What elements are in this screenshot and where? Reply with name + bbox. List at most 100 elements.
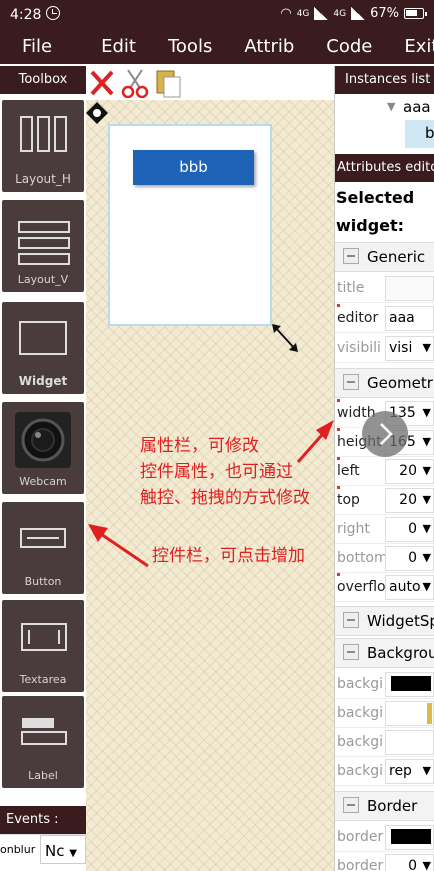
canvas-button[interactable]: bbb [133, 150, 254, 185]
toolbox-title: Toolbox [0, 66, 86, 94]
instances-title: Instances list [335, 66, 434, 94]
resize-handle-icon[interactable] [270, 322, 300, 354]
alarm-icon [46, 6, 60, 20]
paste-icon[interactable] [154, 68, 184, 98]
color-swatch[interactable] [385, 825, 434, 850]
signal-icon [351, 7, 366, 20]
section-label: Backgrou [367, 644, 434, 662]
attr-value-input[interactable]: aaa [385, 306, 434, 331]
section-geometry[interactable]: Geometr [335, 368, 434, 398]
event-name: onblur [0, 843, 36, 856]
attr-value-select[interactable]: 0 ▼ [385, 546, 434, 571]
move-handle-icon[interactable] [85, 101, 109, 125]
color-swatch-fill [391, 676, 431, 691]
attr-value-select[interactable]: visi ▼ [385, 336, 434, 361]
battery-icon [404, 8, 427, 19]
menu-file[interactable]: File [0, 32, 80, 64]
attr-row: left 20 ▼ [335, 457, 434, 486]
chevron-down-icon: ▼ [422, 764, 431, 777]
menu-attrib[interactable]: Attrib [223, 32, 305, 64]
attr-value-select[interactable]: 0 ▼ [385, 854, 434, 871]
tool-webcam[interactable]: Webcam [2, 402, 84, 494]
section-label: WidgetSp [367, 612, 434, 630]
chevron-right-icon [380, 423, 393, 445]
section-widgetspec[interactable]: WidgetSp [335, 606, 434, 636]
status-icons: ◠ 4G 4G 67% [280, 6, 427, 21]
right-panel: Instances list ▼ aaa b Attributes editor… [334, 66, 434, 871]
tool-layout-v[interactable]: Layout_V [2, 200, 84, 292]
events-title: Events : aaa [0, 806, 86, 855]
status-bar: 4:28 ◠ 4G 4G 67% [0, 0, 434, 32]
attr-key: overflo [337, 573, 385, 602]
annotation-attr-2: 控件属性，也可通过 [140, 462, 293, 482]
attr-row: border 0 ▼ [335, 852, 434, 871]
tool-label-widget[interactable]: Label [2, 696, 84, 788]
tool-label: Textarea [19, 673, 67, 686]
chevron-down-icon: ▼ [422, 493, 431, 506]
battery-percent: 67% [370, 6, 399, 21]
attr-value-input[interactable] [385, 730, 434, 755]
attr-key: visibili [337, 340, 381, 356]
cut-icon[interactable] [120, 68, 150, 98]
section-border[interactable]: Border [335, 791, 434, 821]
attr-key: editor [337, 304, 385, 333]
collapse-icon[interactable] [343, 643, 359, 660]
collapse-icon[interactable] [343, 611, 359, 628]
instance-item[interactable]: b [425, 124, 434, 142]
attr-key: backgi [337, 705, 384, 721]
expand-arrow-icon[interactable]: ▼ [387, 100, 395, 113]
tool-button[interactable]: Button [2, 502, 84, 594]
instance-item[interactable]: aaa [403, 98, 431, 116]
attr-key: bottom [337, 550, 385, 566]
section-generic[interactable]: Generic [335, 242, 434, 272]
event-select[interactable]: Nc ▼ [40, 835, 86, 864]
attr-value-select[interactable]: auto ▼ [385, 575, 434, 600]
menu-tools[interactable]: Tools [147, 32, 223, 64]
tool-layout-h[interactable]: Layout_H [2, 100, 84, 192]
chevron-down-icon: ▼ [422, 435, 431, 448]
layout-v-icon [18, 221, 70, 265]
color-swatch[interactable] [385, 672, 434, 697]
attr-value-select[interactable]: 20 ▼ [385, 488, 434, 513]
annotation-toolbox: 控件栏，可点击增加 [152, 546, 305, 566]
attr-key: right [337, 521, 370, 537]
collapse-icon[interactable] [343, 796, 359, 813]
label-icon [21, 718, 67, 745]
chevron-down-icon: ▼ [69, 848, 77, 859]
wifi-icon: ◠ [280, 6, 292, 21]
attr-row: visibili visi ▼ [335, 334, 434, 363]
attr-value-select[interactable]: 0 ▼ [385, 517, 434, 542]
menu-exit[interactable]: Exit [383, 32, 434, 64]
collapse-icon[interactable] [343, 247, 359, 264]
attr-key: top [337, 486, 385, 515]
attr-value-select[interactable]: 20 ▼ [385, 459, 434, 484]
attr-key: border [337, 829, 384, 845]
attr-key: left [337, 457, 385, 486]
network-label-1: 4G [296, 8, 310, 19]
attr-value-select[interactable]: rep ▼ [385, 759, 434, 784]
layout-h-icon [20, 116, 67, 152]
attr-row: backgi [335, 699, 434, 728]
delete-icon[interactable] [88, 68, 116, 98]
toolbox-panel: Toolbox Layout_H Layout_V Widget Webcam [0, 66, 86, 804]
floating-next-button[interactable] [362, 411, 408, 457]
attr-row: bottom 0 ▼ [335, 544, 434, 573]
image-picker[interactable] [385, 701, 434, 726]
instances-list[interactable]: ▼ aaa b [335, 94, 434, 150]
tool-widget[interactable]: Widget [2, 302, 84, 394]
attr-select-value: 0 [408, 521, 417, 537]
section-background[interactable]: Backgrou [335, 638, 434, 668]
attr-key: border [337, 858, 384, 871]
attr-select-value: 0 [408, 550, 417, 566]
menu-code[interactable]: Code [305, 32, 383, 64]
attr-value-input[interactable] [385, 276, 434, 301]
tool-textarea[interactable]: Textarea [2, 600, 84, 692]
chevron-down-icon: ▼ [422, 341, 431, 354]
menu-edit[interactable]: Edit [80, 32, 147, 64]
button-icon [20, 528, 66, 548]
annotation-attr-1: 属性栏，可修改 [140, 436, 259, 456]
attr-row: overflo auto ▼ [335, 573, 434, 602]
collapse-icon[interactable] [343, 373, 359, 390]
attr-row: backgi rep ▼ [335, 757, 434, 786]
section-label: Border [367, 797, 418, 815]
